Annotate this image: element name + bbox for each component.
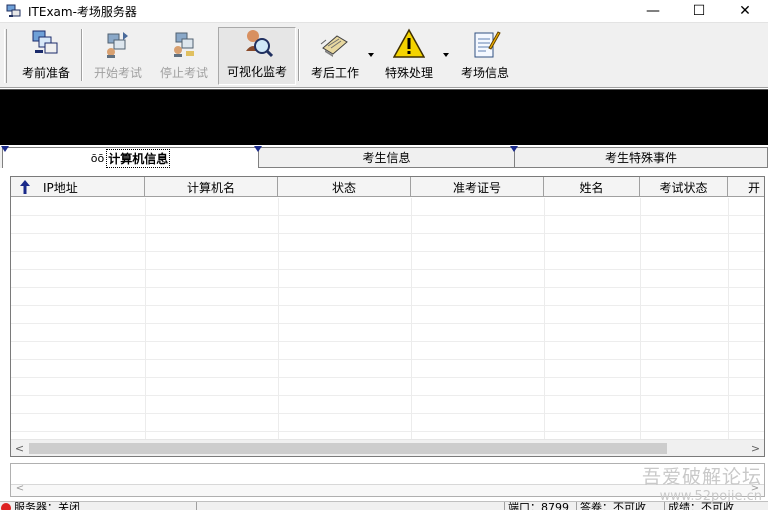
- column-label: 状态: [331, 180, 356, 195]
- title-bar: ITExam-考场服务器 — ☐ ✕: [0, 0, 768, 22]
- monitor-display-panel: [0, 89, 768, 145]
- tab-marker: [510, 146, 518, 152]
- status-blank: [196, 502, 504, 510]
- prep-icon: [30, 28, 62, 60]
- toolbar-separator: [298, 29, 300, 81]
- column-label: 考试状态: [659, 180, 708, 195]
- toolbar-label: 停止考试: [159, 66, 208, 80]
- tab-strip: ōō 计算机信息 考生信息 考生特殊事件: [0, 146, 768, 168]
- toolbar-label: 开始考试: [93, 66, 142, 80]
- stop-exam-icon: [168, 28, 200, 60]
- monitor-search-icon: [241, 27, 274, 59]
- tab-marker: [1, 146, 9, 152]
- watermark-line1: 吾爱破解论坛: [641, 466, 762, 488]
- column-header-start[interactable]: 开: [728, 177, 764, 197]
- computer-info-table[interactable]: IP地址 计算机名 状态 准考证号 姓名 考试状态 开 < >: [10, 176, 765, 457]
- column-label: 计算机名: [186, 180, 235, 195]
- watermark: 吾爱破解论坛 www.52pojie.cn: [642, 462, 762, 504]
- visual-monitor-button[interactable]: 可视化监考: [218, 27, 296, 85]
- book-icon: [319, 28, 351, 60]
- special-handling-button[interactable]: 特殊处理: [378, 27, 440, 85]
- column-divider: [544, 198, 545, 440]
- scroll-left-icon[interactable]: <: [13, 482, 27, 494]
- toolbar-label: 可视化监考: [226, 65, 287, 79]
- server-status-icon: [1, 503, 11, 510]
- sort-ascending-icon: [20, 180, 30, 194]
- status-server: 服务器：关闭: [0, 502, 196, 510]
- status-text: 成绩：不可收: [668, 501, 734, 510]
- exam-site-info-button[interactable]: 考场信息: [454, 27, 516, 85]
- column-header-status[interactable]: 状态: [278, 177, 411, 197]
- column-divider: [411, 198, 412, 440]
- stop-exam-button[interactable]: 停止考试: [152, 27, 216, 85]
- toolbar-separator: [81, 29, 83, 81]
- column-divider: [640, 198, 641, 440]
- column-header-ticket-number[interactable]: 准考证号: [411, 177, 544, 197]
- column-header-ip[interactable]: IP地址: [11, 177, 145, 197]
- column-header-exam-status[interactable]: 考试状态: [640, 177, 728, 197]
- post-exam-dropdown-arrow[interactable]: [368, 53, 374, 57]
- column-divider: [278, 198, 279, 440]
- tab-label: 考生信息: [362, 151, 411, 165]
- scrollbar-thumb[interactable]: [29, 443, 667, 454]
- column-header-name[interactable]: 姓名: [544, 177, 640, 197]
- tab-student-info[interactable]: 考生信息: [258, 147, 515, 168]
- status-text: 答卷：不可收: [580, 501, 646, 510]
- maximize-button[interactable]: ☐: [676, 0, 722, 22]
- tab-marker: [254, 146, 262, 152]
- status-text: 端口：8799: [508, 501, 569, 510]
- start-exam-button[interactable]: 开始考试: [86, 27, 150, 85]
- column-divider: [728, 198, 729, 440]
- column-header-computer-name[interactable]: 计算机名: [145, 177, 278, 197]
- special-handling-dropdown-arrow[interactable]: [443, 53, 449, 57]
- status-scores: 成绩：不可收: [664, 502, 768, 510]
- toolbar-label: 考场信息: [460, 66, 509, 80]
- status-bar: 服务器：关闭 端口：8799 答卷：不可收 成绩：不可收: [0, 501, 768, 510]
- tab-computer-info[interactable]: ōō 计算机信息: [2, 147, 259, 168]
- scroll-right-icon[interactable]: >: [747, 440, 764, 456]
- start-exam-icon: [102, 28, 134, 60]
- glasses-icon: ōō: [90, 151, 105, 165]
- toolbar-label: 考前准备: [21, 66, 70, 80]
- main-toolbar: 考前准备 开始考试 停止考试 可视化监考 考后工作 特殊处理 考场信息: [0, 22, 768, 88]
- toolbar-label: 考后工作: [310, 66, 359, 80]
- status-answers: 答卷：不可收: [576, 502, 664, 510]
- column-label: 开: [748, 180, 761, 195]
- status-text: 服务器：关闭: [14, 501, 80, 510]
- post-exam-button[interactable]: 考后工作: [304, 27, 366, 85]
- table-horizontal-scrollbar[interactable]: < >: [11, 439, 764, 456]
- column-label: 准考证号: [452, 180, 501, 195]
- table-body[interactable]: [11, 198, 764, 440]
- close-button[interactable]: ✕: [722, 0, 768, 22]
- toolbar-grip[interactable]: [4, 29, 7, 83]
- tab-label: 考生特殊事件: [604, 151, 677, 165]
- minimize-button[interactable]: —: [630, 0, 676, 22]
- column-divider: [145, 198, 146, 440]
- tab-student-events[interactable]: 考生特殊事件: [514, 147, 768, 168]
- warning-icon: [392, 28, 426, 60]
- toolbar-label: 特殊处理: [384, 66, 433, 80]
- notepad-icon: [469, 28, 501, 60]
- column-label: IP地址: [43, 180, 78, 195]
- table-header: IP地址 计算机名 状态 准考证号 姓名 考试状态 开: [11, 177, 764, 197]
- scroll-left-icon[interactable]: <: [11, 440, 28, 456]
- status-port: 端口：8799: [504, 502, 576, 510]
- tab-label: 计算机信息: [106, 148, 171, 168]
- window-title: ITExam-考场服务器: [28, 4, 137, 19]
- exam-prep-button[interactable]: 考前准备: [14, 27, 78, 85]
- column-label: 姓名: [579, 180, 604, 195]
- app-icon: [6, 3, 22, 19]
